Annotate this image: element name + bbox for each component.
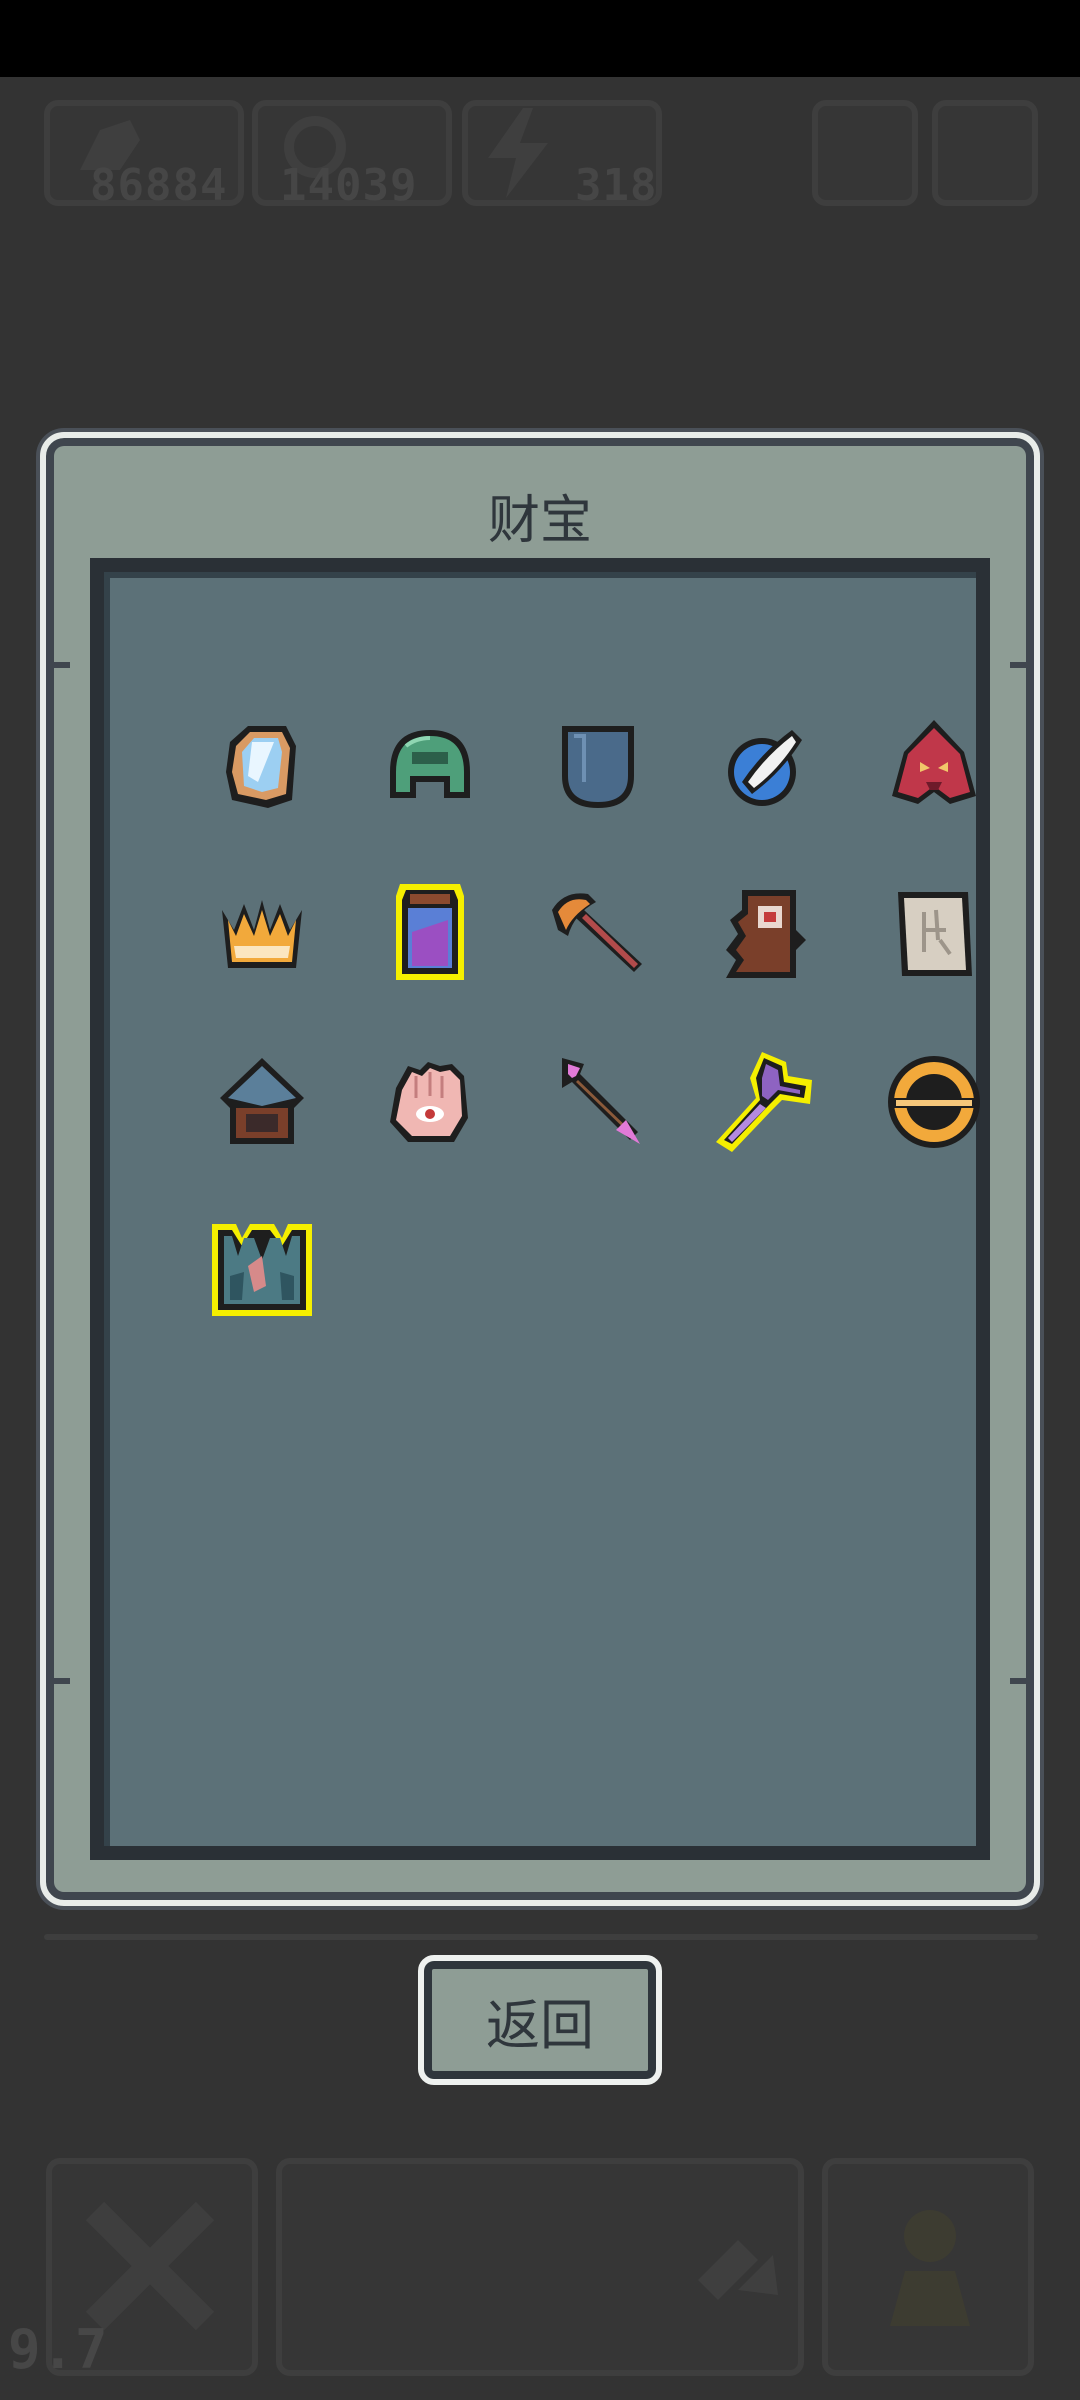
axe-icon [552, 893, 642, 972]
eye-palm-icon [390, 1062, 468, 1142]
frame-notch [54, 1678, 70, 1684]
hud-swap-icon [688, 2220, 788, 2324]
hud-resource-1-value: 86884 [90, 160, 228, 211]
frame-notch [1010, 1678, 1026, 1684]
ring-orb-icon [888, 1056, 980, 1148]
ice-claw-icon [212, 1224, 312, 1316]
treasure-slot-7[interactable] [376, 880, 484, 988]
red-mask-icon [892, 720, 976, 804]
treasure-slot-8[interactable] [544, 880, 652, 988]
treasure-slot-6[interactable] [208, 880, 316, 988]
frame-notch [1010, 662, 1026, 668]
green-helmet-icon [390, 730, 470, 798]
hud-settings-button[interactable] [932, 100, 1038, 206]
purple-hammer-icon [716, 1052, 812, 1152]
treasure-slot-13[interactable] [544, 1048, 652, 1156]
hud-resource-2-value: 14039 [280, 160, 418, 211]
feathered-orb-icon [728, 730, 802, 806]
treasure-slot-2[interactable] [376, 712, 484, 820]
hud-level-value: 9.7 [8, 2318, 109, 2381]
blue-shield-icon [562, 726, 634, 808]
treasure-slot-12[interactable] [376, 1048, 484, 1156]
treasure-slot-11[interactable] [208, 1048, 316, 1156]
hud-character-icon [870, 2196, 990, 2340]
treasure-slot-9[interactable] [712, 880, 820, 988]
hud-menu-button[interactable] [812, 100, 918, 206]
hud-lightning-icon [478, 108, 558, 202]
treasure-slot-16[interactable] [208, 1216, 316, 1324]
treasure-slot-5[interactable] [880, 712, 988, 820]
treasure-slot-4[interactable] [712, 712, 820, 820]
hud-resource-3-value: 318 [575, 160, 658, 211]
treasure-slot-14[interactable] [712, 1048, 820, 1156]
treasure-slot-1[interactable] [208, 712, 316, 820]
treasure-slot-3[interactable] [544, 712, 652, 820]
treasure-grid-panel [90, 558, 990, 1860]
magic-arrow-icon [562, 1058, 640, 1144]
treasure-dialog: 财宝 [40, 432, 1040, 1906]
treasure-slot-15[interactable] [880, 1048, 988, 1156]
frame-notch [54, 662, 70, 668]
dialog-title: 财宝 [487, 491, 592, 551]
spiked-helm-icon [220, 1058, 304, 1144]
return-button[interactable]: 返回 [418, 1955, 662, 2085]
golden-crown-icon [222, 900, 302, 968]
crystal-shard-icon [226, 726, 296, 808]
treasure-slot-10[interactable] [880, 880, 988, 988]
ancient-scroll-icon [898, 892, 972, 976]
hud-divider [44, 1934, 1038, 1940]
potion-jar-icon [396, 884, 464, 980]
status-bar [0, 0, 1080, 77]
wooden-totem-icon [726, 890, 806, 978]
